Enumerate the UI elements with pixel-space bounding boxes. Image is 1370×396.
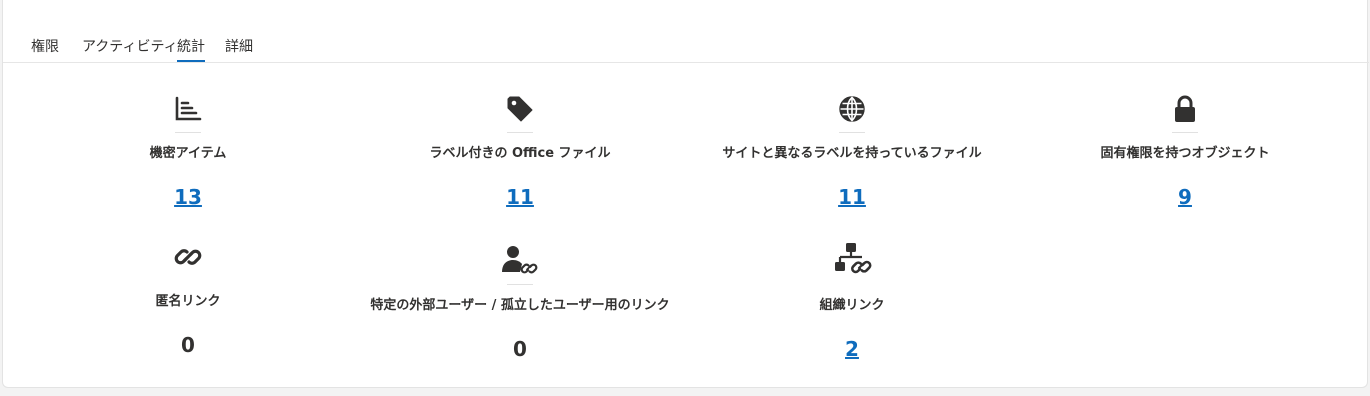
stat-label: 特定の外部ユーザー / 孤立したユーザー用のリンク <box>370 298 670 313</box>
stat-label: 組織リンク <box>819 298 885 313</box>
stat-label: 匿名リンク <box>155 294 221 309</box>
statistics-panel: 権限 アクティビティ 統計 詳細 機密アイテム 13 ラベル付きの Office… <box>2 0 1369 388</box>
stat-value: 0 <box>513 337 527 361</box>
stat-unique-permission-objects: 固有権限を持つオブジェクト 9 <box>1020 0 1350 240</box>
stat-value-link[interactable]: 9 <box>1020 185 1350 209</box>
stat-label: 固有権限を持つオブジェクト <box>1100 146 1270 161</box>
stat-value-link[interactable]: 2 <box>687 337 1017 361</box>
link-icon <box>173 242 203 272</box>
stat-anonymous-links: 匿名リンク 0 <box>23 0 353 388</box>
lock-icon <box>1170 94 1200 124</box>
separator <box>507 284 533 285</box>
stat-external-user-links: 特定の外部ユーザー / 孤立したユーザー用のリンク 0 <box>355 0 685 388</box>
stat-value: 0 <box>181 333 195 357</box>
org-link-icon <box>830 242 874 278</box>
separator <box>1172 132 1198 133</box>
stat-organization-links: 組織リンク 2 <box>687 0 1017 388</box>
user-link-icon <box>500 244 540 278</box>
